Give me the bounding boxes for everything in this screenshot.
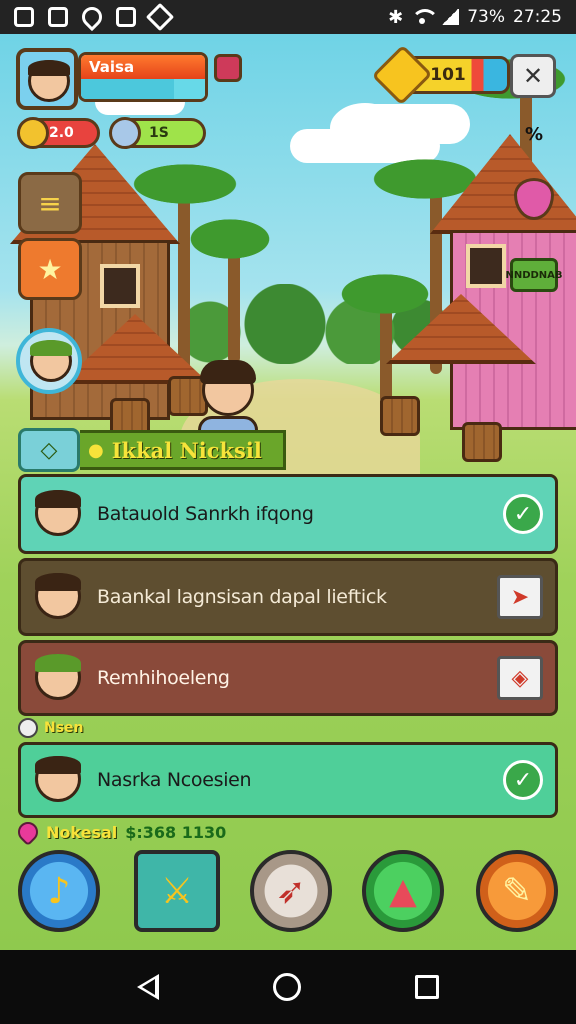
house-window: [100, 264, 140, 308]
wifi-icon: [411, 9, 440, 25]
back-icon[interactable]: [137, 974, 159, 1000]
claim-ticket-button[interactable]: ➤: [497, 575, 543, 619]
crossed-tools-icon: ✕: [522, 62, 544, 90]
navigation-bar: [0, 950, 576, 1024]
card-icon: ◈: [511, 665, 529, 691]
book-icon: ≡: [38, 186, 62, 220]
complete-quest-button[interactable]: ✓: [503, 494, 543, 534]
palm-tree-leaves: [180, 214, 280, 264]
ticket-icon: [17, 117, 49, 149]
compass-icon: ➶: [275, 870, 307, 912]
check-icon: ✓: [513, 767, 533, 793]
friend-face-icon: [30, 340, 72, 382]
barrel: [380, 396, 420, 436]
xp-bar: [81, 79, 205, 99]
npc-face-icon: [35, 654, 81, 700]
quill-icon: ✎: [501, 870, 533, 912]
bonus-label: %: [524, 123, 544, 145]
npc-face-icon: [35, 573, 81, 619]
shield-icon: [77, 2, 107, 32]
star-icon: ★: [37, 252, 63, 286]
palm-tree-leaves: [330, 269, 440, 319]
player-avatar[interactable]: [16, 48, 78, 110]
avatar-face-icon: [28, 60, 70, 102]
signal-icon: [441, 9, 460, 25]
horn-icon: ♪: [47, 870, 71, 912]
events-button[interactable]: ★: [18, 238, 82, 300]
quest-book-button[interactable]: ≡: [18, 172, 82, 234]
quest-footer: Nokesal $:368 1130: [13, 817, 227, 847]
calendar-icon: [48, 7, 68, 27]
house-window: [466, 244, 506, 288]
coin-counter[interactable]: 101: [371, 44, 510, 106]
quest-dot-icon: ●: [88, 439, 104, 461]
swords-button[interactable]: ⚔: [134, 850, 220, 932]
settings-button[interactable]: ✕: [510, 54, 556, 98]
status-bar: ✱ 73% 27:25: [0, 0, 576, 34]
well-bucket: [462, 422, 502, 462]
quest-panel-header: ◇ ● Ikkal Nicksil: [18, 428, 286, 472]
energy-counter[interactable]: 2.0: [17, 117, 100, 149]
house-sign[interactable]: NNDDNAB: [505, 258, 563, 292]
compass-button[interactable]: ➶: [250, 850, 332, 932]
action-bar: ♪ ⚔ ➶ ▲ ✎: [0, 850, 576, 950]
bluetooth-icon: ✱: [388, 6, 404, 28]
coin-value: 101: [430, 65, 466, 85]
quest-text: Batauold Sanrkh ifqong: [97, 503, 314, 525]
npc-face-icon: [35, 490, 81, 536]
quest-row[interactable]: Baankal lagnsisan dapal lieftick ➤: [18, 558, 558, 636]
section-label: Nsen: [18, 718, 84, 738]
quest-row[interactable]: Nasrka Ncoesien ✓: [18, 742, 558, 818]
energy-value: 2.0: [49, 125, 74, 141]
status-icons-right: ✱ 73% 27:25: [388, 7, 562, 28]
palm-tree-trunk: [178, 184, 190, 374]
heart-icon: [13, 817, 43, 847]
bonus-badge[interactable]: %: [512, 116, 556, 152]
ticket-icon: ➤: [510, 584, 530, 610]
recent-apps-icon[interactable]: [415, 975, 439, 999]
quest-text: Remhihoeleng: [97, 667, 230, 689]
crossed-swords-icon: ⚔: [160, 870, 194, 912]
battery-level: 73%: [467, 7, 505, 27]
npc-face-icon: [35, 756, 81, 802]
gem-counter[interactable]: 1S: [109, 117, 206, 149]
quill-button[interactable]: ✎: [476, 850, 558, 932]
horn-button[interactable]: ♪: [18, 850, 100, 932]
rocket-icon: ▲: [389, 870, 417, 912]
gem-icon: [109, 117, 141, 149]
friend-avatar-button[interactable]: [16, 328, 82, 394]
gift-icon[interactable]: [214, 54, 242, 82]
quest-row[interactable]: Batauold Sanrkh ifqong ✓: [18, 474, 558, 554]
clock: 27:25: [513, 7, 562, 27]
player-name: Vaisa: [81, 55, 205, 79]
home-icon[interactable]: [273, 973, 301, 1001]
rocket-button[interactable]: ▲: [362, 850, 444, 932]
complete-quest-button[interactable]: ✓: [503, 760, 543, 800]
dropbox-icon: [145, 2, 175, 32]
quest-text: Nasrka Ncoesien: [97, 769, 252, 791]
gem-value: 1S: [149, 125, 169, 141]
photo-icon: [14, 7, 34, 27]
quest-text: Baankal lagnsisan dapal lieftick: [97, 586, 387, 608]
status-icons-left: [14, 2, 175, 32]
cloud: [350, 104, 470, 144]
square-icon: [116, 7, 136, 27]
quest-row[interactable]: Remhihoeleng ◈: [18, 640, 558, 716]
footer-label-right: $:368 1130: [125, 822, 227, 842]
heart-outline-icon: [18, 718, 38, 738]
quest-panel-title: Ikkal Nicksil: [111, 437, 262, 463]
open-card-button[interactable]: ◈: [497, 656, 543, 700]
check-icon: ✓: [513, 501, 533, 527]
footer-label-left: Nokesal: [46, 822, 118, 842]
quest-tag-icon: ◇: [18, 428, 80, 472]
player-name-bar[interactable]: Vaisa: [78, 52, 208, 102]
